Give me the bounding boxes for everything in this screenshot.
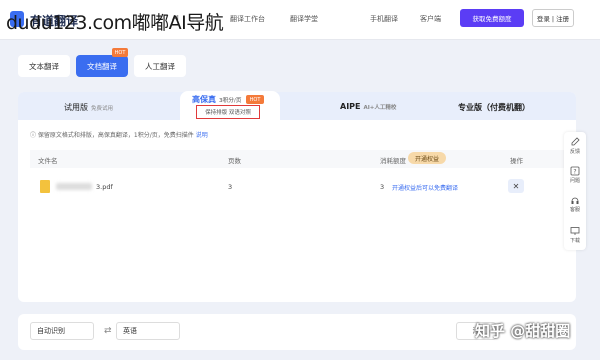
row-filename: 3.pdf bbox=[96, 183, 113, 191]
tab-text-translate[interactable]: 文本翻译 bbox=[18, 55, 70, 77]
tier-aipe-title: AIPE bbox=[340, 102, 361, 111]
hot-badge: HOT bbox=[112, 48, 128, 57]
question-icon[interactable]: ? bbox=[570, 166, 580, 176]
tier-pro-sub: 3积分/页 bbox=[219, 98, 242, 104]
filename-redacted bbox=[56, 183, 92, 190]
open-benefit-button[interactable]: 开通权益 bbox=[408, 152, 446, 164]
col-filename: 文件名 bbox=[38, 157, 58, 165]
sidebar-feedback-label: 反馈 bbox=[569, 149, 580, 155]
info-text: 保留原文格式和排版，高保真翻译，1积分/页，免费扫描件 bbox=[37, 132, 194, 139]
tier-expert[interactable]: 专业版（付费机翻） bbox=[458, 102, 530, 113]
sidebar-download-label: 下载 bbox=[569, 238, 580, 244]
info-line: ⓘ 保留原文格式和排版，高保真翻译，1积分/页，免费扫描件 说明 bbox=[30, 130, 208, 139]
tab-doc-translate[interactable]: 文档翻译 bbox=[76, 55, 128, 77]
row-pages: 3 bbox=[228, 183, 233, 191]
pdf-file-icon bbox=[40, 180, 50, 193]
col-cost: 消耗额度 bbox=[380, 157, 406, 165]
tier-aipe[interactable]: AIPE AI+人工精校 bbox=[340, 102, 396, 111]
tier-trial-title: 试用版 bbox=[64, 103, 88, 112]
source-language-select[interactable]: 自动识别 bbox=[30, 322, 94, 340]
nav-client[interactable]: 客户端 bbox=[420, 14, 441, 24]
tier-pro[interactable]: 高保真 3积分/页 bbox=[192, 94, 241, 105]
close-icon: ✕ bbox=[512, 181, 520, 191]
tier-pro-note-highlight: 保持排版 双语对照 bbox=[196, 105, 260, 119]
info-link[interactable]: 说明 bbox=[196, 132, 208, 139]
tier-aipe-sub: AI+人工精校 bbox=[363, 105, 397, 111]
main-panel bbox=[18, 92, 576, 302]
svg-text:?: ? bbox=[573, 169, 576, 176]
tier-hot-badge: HOT bbox=[246, 95, 264, 104]
tab-human-translate[interactable]: 人工翻译 bbox=[134, 55, 186, 77]
row-cost: 3 bbox=[380, 183, 385, 191]
info-icon: ⓘ bbox=[30, 132, 38, 139]
tier-pro-title: 高保真 bbox=[192, 95, 216, 104]
target-language-select[interactable]: 英语 bbox=[116, 322, 180, 340]
row-action-link[interactable]: 开通权益后可以免费翻译 bbox=[392, 183, 458, 192]
remove-file-button[interactable]: ✕ bbox=[508, 179, 524, 193]
nav-workbench[interactable]: 翻译工作台 bbox=[230, 14, 265, 24]
monitor-icon[interactable] bbox=[570, 226, 580, 236]
edit-icon[interactable] bbox=[570, 137, 580, 147]
nav-school[interactable]: 翻译学堂 bbox=[290, 14, 318, 24]
sidebar-question-label: 问题 bbox=[569, 178, 580, 184]
sidebar-service-label: 客服 bbox=[569, 207, 580, 213]
col-pages: 页数 bbox=[228, 157, 241, 165]
credit-watermark: 知乎 @甜甜圈 bbox=[475, 322, 571, 340]
col-action: 操作 bbox=[510, 157, 523, 165]
headset-icon[interactable] bbox=[570, 195, 580, 205]
swap-icon[interactable]: ⇄ bbox=[104, 326, 112, 336]
nav-mobile[interactable]: 手机翻译 bbox=[370, 14, 398, 24]
table-header bbox=[30, 150, 564, 168]
get-free-quota-button[interactable]: 获取免费额度 bbox=[460, 9, 524, 27]
tier-trial-sub: 免费试用 bbox=[91, 106, 114, 112]
tier-trial[interactable]: 试用版 免费试用 bbox=[64, 102, 113, 113]
watermark-text: dudu123.com嘟嘟AI导航 bbox=[6, 12, 224, 34]
login-button[interactable]: 登录 | 注册 bbox=[532, 9, 574, 27]
